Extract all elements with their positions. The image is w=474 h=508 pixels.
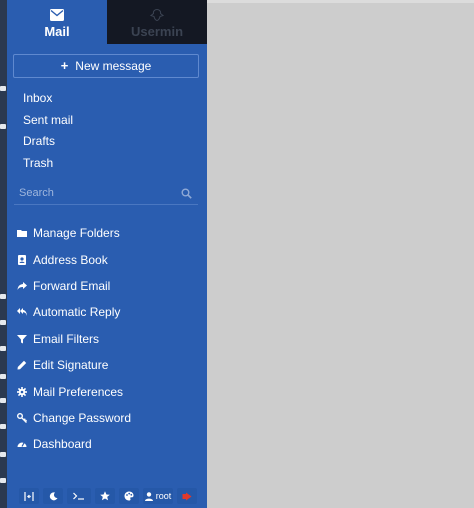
- menu-label: Address Book: [33, 252, 108, 267]
- terminal-icon: [73, 492, 84, 500]
- mail-menu: Manage Folders Address Book Forward Emai…: [17, 220, 131, 458]
- menu-label: Dashboard: [33, 437, 92, 452]
- user-button[interactable]: root: [143, 488, 173, 504]
- strip-glyph: [0, 478, 6, 483]
- terminal-button[interactable]: [67, 488, 91, 504]
- folder-inbox[interactable]: Inbox: [23, 88, 73, 110]
- logout-icon: [182, 492, 192, 500]
- reply-all-icon: [17, 308, 27, 317]
- menu-label: Forward Email: [33, 278, 111, 293]
- menu-label: Email Filters: [33, 331, 100, 346]
- palette-icon: [124, 491, 134, 501]
- tab-mail[interactable]: Mail: [7, 0, 107, 44]
- forward-icon: [17, 281, 27, 290]
- menu-address-book[interactable]: Address Book: [17, 246, 131, 272]
- sidebar-tabs: Mail Usermin: [7, 0, 207, 44]
- key-icon: [17, 412, 27, 423]
- collapse-button[interactable]: [19, 488, 39, 504]
- mail-sidebar: Mail Usermin + New message Inbox Sent mai…: [7, 0, 207, 508]
- menu-forward-email[interactable]: Forward Email: [17, 273, 131, 299]
- logout-button[interactable]: [177, 488, 197, 504]
- strip-glyph: [0, 398, 6, 403]
- menu-label: Automatic Reply: [33, 305, 121, 320]
- gear-icon: [17, 386, 27, 397]
- folder-icon: [17, 230, 27, 238]
- tab-usermin-label: Usermin: [130, 24, 184, 39]
- strip-glyph: [0, 424, 6, 429]
- menu-mail-preferences[interactable]: Mail Preferences: [17, 378, 131, 404]
- folder-list: Inbox Sent mail Drafts Trash: [23, 88, 73, 174]
- strip-glyph: [0, 124, 6, 129]
- strip-glyph: [0, 452, 6, 457]
- tab-mail-label: Mail: [44, 24, 70, 39]
- strip-glyph: [0, 346, 6, 351]
- folder-trash[interactable]: Trash: [23, 153, 73, 175]
- sidebar-bottom-bar: root: [7, 484, 207, 508]
- moon-icon: [49, 491, 57, 500]
- night-mode-button[interactable]: [43, 488, 63, 504]
- user-icon: [144, 491, 153, 501]
- menu-email-filters[interactable]: Email Filters: [17, 326, 131, 352]
- favorites-button[interactable]: [95, 488, 115, 504]
- theme-button[interactable]: [119, 488, 139, 504]
- menu-change-password[interactable]: Change Password: [17, 405, 131, 431]
- dashboard-icon: [17, 442, 27, 448]
- usermin-logo-icon: [150, 9, 164, 21]
- folder-drafts[interactable]: Drafts: [23, 131, 73, 153]
- strip-glyph: [0, 86, 6, 91]
- strip-glyph: [0, 294, 6, 299]
- envelope-icon: [50, 9, 64, 21]
- search-icon[interactable]: [181, 188, 192, 199]
- user-label: root: [155, 491, 172, 501]
- strip-glyph: [0, 374, 6, 379]
- collapse-icon: [24, 491, 34, 501]
- search-box: [14, 182, 198, 205]
- menu-label: Change Password: [33, 410, 132, 425]
- address-book-icon: [18, 254, 26, 265]
- star-icon: [100, 491, 110, 501]
- plus-icon: +: [60, 58, 69, 73]
- menu-label: Mail Preferences: [33, 384, 124, 399]
- strip-glyph: [0, 320, 6, 325]
- menu-label: Manage Folders: [33, 226, 120, 241]
- menu-dashboard[interactable]: Dashboard: [17, 431, 131, 457]
- menu-edit-signature[interactable]: Edit Signature: [17, 352, 131, 378]
- menu-label: Edit Signature: [33, 358, 109, 373]
- main-content-area: [207, 3, 474, 508]
- tab-usermin[interactable]: Usermin: [107, 0, 207, 44]
- menu-manage-folders[interactable]: Manage Folders: [17, 220, 131, 246]
- folder-sent-mail[interactable]: Sent mail: [23, 110, 73, 132]
- filter-icon: [17, 334, 27, 344]
- menu-automatic-reply[interactable]: Automatic Reply: [17, 299, 131, 325]
- search-input[interactable]: [17, 184, 171, 202]
- new-message-button[interactable]: + New message: [13, 54, 199, 78]
- pencil-icon: [17, 360, 27, 370]
- new-message-label: New message: [75, 59, 152, 73]
